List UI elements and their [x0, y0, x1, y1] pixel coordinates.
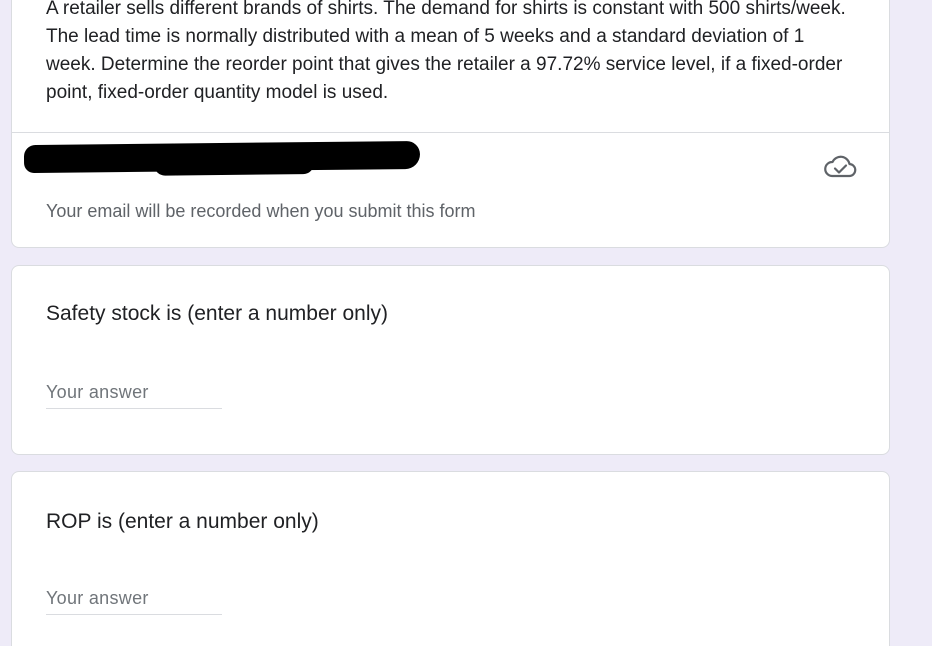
rop-answer-input[interactable]: [46, 582, 222, 615]
question-title: ROP is (enter a number only): [46, 510, 319, 533]
form-header-card: A retailer sells different brands of shi…: [11, 0, 890, 248]
header-divider: [12, 132, 889, 133]
question-card-safety-stock: Safety stock is (enter a number only): [11, 265, 890, 455]
form-description: A retailer sells different brands of shi…: [46, 0, 846, 103]
safety-stock-answer-input[interactable]: [46, 376, 222, 409]
redacted-account-email: [23, 140, 421, 174]
email-recorded-note: Your email will be recorded when you sub…: [46, 201, 476, 221]
form-page: A retailer sells different brands of shi…: [0, 0, 932, 646]
question-title: Safety stock is (enter a number only): [46, 302, 388, 325]
cloud-saved-icon[interactable]: [823, 153, 857, 179]
question-card-rop: ROP is (enter a number only): [11, 471, 890, 646]
